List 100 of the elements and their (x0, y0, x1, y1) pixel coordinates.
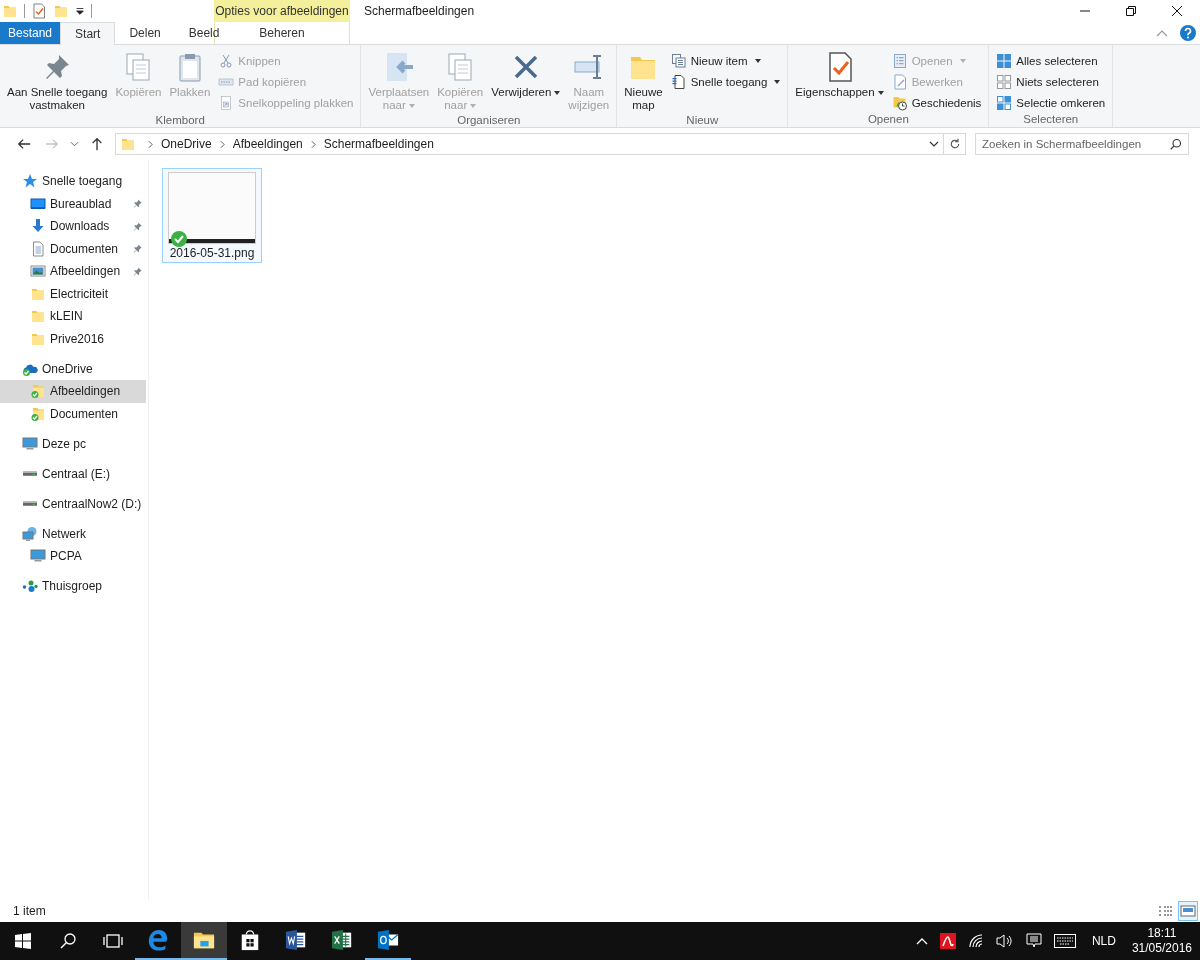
dropdown-icon[interactable] (929, 141, 939, 147)
ribbon-command[interactable]: Niets selecteren (993, 71, 1109, 92)
scissors-icon (218, 52, 235, 69)
address-field[interactable]: OneDrive Afbeeldingen Schermafbeeldingen (115, 133, 944, 155)
document-icon (30, 240, 46, 257)
up-icon[interactable] (90, 137, 104, 151)
language-indicator[interactable]: NLD (1091, 934, 1116, 948)
nav-item[interactable]: CentraalNow2 (D:) (0, 492, 146, 515)
nav-item[interactable]: Documenten (0, 237, 146, 260)
collapse-ribbon-icon[interactable] (1156, 29, 1168, 37)
show-hidden-icons-icon[interactable] (915, 937, 928, 945)
synced-folder-icon (30, 405, 46, 422)
ribbon-button[interactable]: Aan Snelle toegang vastmaken (4, 49, 111, 114)
monitor-icon (30, 548, 46, 565)
search-field[interactable]: Zoeken in Schermafbeeldingen (975, 133, 1189, 155)
taskbar-app[interactable] (181, 922, 227, 960)
breadcrumb[interactable]: Schermafbeeldingen (321, 137, 436, 151)
drive-icon (22, 470, 38, 478)
ribbon-command[interactable]: Selectie omkeren (993, 92, 1109, 113)
close-icon (1172, 6, 1182, 16)
nav-item[interactable]: Afbeeldingen (0, 260, 146, 283)
select-all-icon (996, 52, 1013, 69)
picture-icon (30, 263, 46, 280)
nav-item[interactable]: Downloads (0, 215, 146, 238)
nav-item[interactable]: Bureaublad (0, 192, 146, 215)
wifi-icon[interactable] (967, 933, 984, 949)
star-icon (22, 173, 38, 190)
notifications-icon[interactable] (1025, 933, 1042, 949)
nav-item[interactable]: Centraal (E:) (0, 462, 146, 485)
shopping-bag-icon (239, 929, 261, 951)
nav-item[interactable]: Netwerk (0, 522, 146, 545)
group-label: Openen (867, 113, 909, 127)
ribbon-button[interactable]: Eigenschappen (792, 49, 887, 101)
large-icons-view-icon (1180, 905, 1196, 917)
antivirus-icon[interactable] (939, 933, 956, 949)
ribbon-tab[interactable]: Delen (115, 22, 175, 44)
drive-icon (22, 500, 38, 508)
ribbon-command[interactable]: Alles selecteren (993, 50, 1109, 71)
breadcrumb[interactable]: Afbeeldingen (230, 137, 305, 151)
history-icon (891, 94, 908, 111)
ribbon-button[interactable]: Verwijderen (488, 49, 564, 101)
ribbon-command[interactable]: Snelle toegang (667, 71, 784, 92)
group-label: Organiseren (457, 114, 521, 128)
nav-item[interactable]: Deze pc (0, 432, 146, 455)
windows-logo-icon (14, 933, 31, 949)
select-none-icon (996, 73, 1013, 90)
recent-locations-icon[interactable] (70, 141, 79, 147)
nav-item[interactable]: Documenten (0, 402, 146, 425)
view-button[interactable] (1178, 901, 1198, 921)
chevron-icon[interactable] (310, 139, 316, 149)
list-icon (891, 52, 908, 69)
task-view-icon (102, 933, 123, 949)
nav-item[interactable]: Prive2016 (0, 327, 146, 350)
nav-item[interactable]: Thuisgroep (0, 575, 146, 598)
ribbon-tab[interactable]: Bestand (0, 22, 61, 44)
folder-icon (30, 308, 46, 325)
help-icon[interactable] (1180, 25, 1196, 41)
ribbon-tab[interactable]: Start (60, 22, 116, 45)
file-item[interactable]: 2016-05-31.png (162, 168, 262, 263)
group-label: Klembord (155, 114, 205, 128)
browser-icon (147, 929, 169, 951)
nav-item[interactable]: Electriciteit (0, 282, 146, 305)
restore-icon (1126, 6, 1136, 16)
group-label: Selecteren (1023, 113, 1079, 127)
chevron-icon[interactable] (148, 139, 153, 149)
window-title: Schermafbeeldingen (364, 3, 476, 20)
breadcrumb[interactable]: OneDrive (159, 137, 214, 151)
item-count: 1 item (13, 904, 46, 918)
nav-item[interactable]: Snelle toegang (0, 170, 146, 193)
group-label: Nieuw (686, 114, 719, 128)
synced-folder-icon (30, 383, 46, 400)
folder-icon (120, 136, 136, 152)
search-icon (1170, 138, 1182, 150)
nav-item[interactable]: kLEIN (0, 305, 146, 328)
spreadsheet-app-icon (331, 929, 353, 951)
ribbon-command[interactable]: Geschiedenis (888, 92, 985, 113)
details-view-icon (1158, 906, 1174, 916)
chevron-icon[interactable] (219, 139, 225, 149)
ribbon-button[interactable]: Nieuwe map (621, 49, 666, 114)
edit-icon (891, 73, 908, 90)
clock[interactable]: 18:11 31/05/2016 (1125, 926, 1200, 956)
invert-selection-icon (996, 94, 1013, 111)
checked-page-icon[interactable] (31, 3, 47, 19)
document-app-icon (285, 929, 307, 951)
nav-item[interactable]: PCPA (0, 545, 146, 568)
customize-dropdown-icon[interactable] (75, 6, 85, 16)
nav-item[interactable]: OneDrive (0, 357, 146, 380)
document-icon (670, 73, 687, 90)
keyboard-icon[interactable] (1053, 934, 1076, 948)
ribbon-command[interactable]: Nieuw item (667, 50, 784, 71)
minimize-icon (1080, 10, 1090, 12)
volume-icon[interactable] (995, 933, 1014, 949)
desktop-icon (30, 195, 46, 212)
mail-app-icon (377, 929, 399, 951)
refresh-button[interactable] (944, 133, 966, 155)
search-icon (59, 933, 76, 949)
nav-item[interactable]: Afbeeldingen (0, 380, 146, 403)
homegroup-icon (22, 578, 38, 595)
network-icon (22, 525, 38, 542)
back-icon[interactable] (17, 137, 31, 151)
